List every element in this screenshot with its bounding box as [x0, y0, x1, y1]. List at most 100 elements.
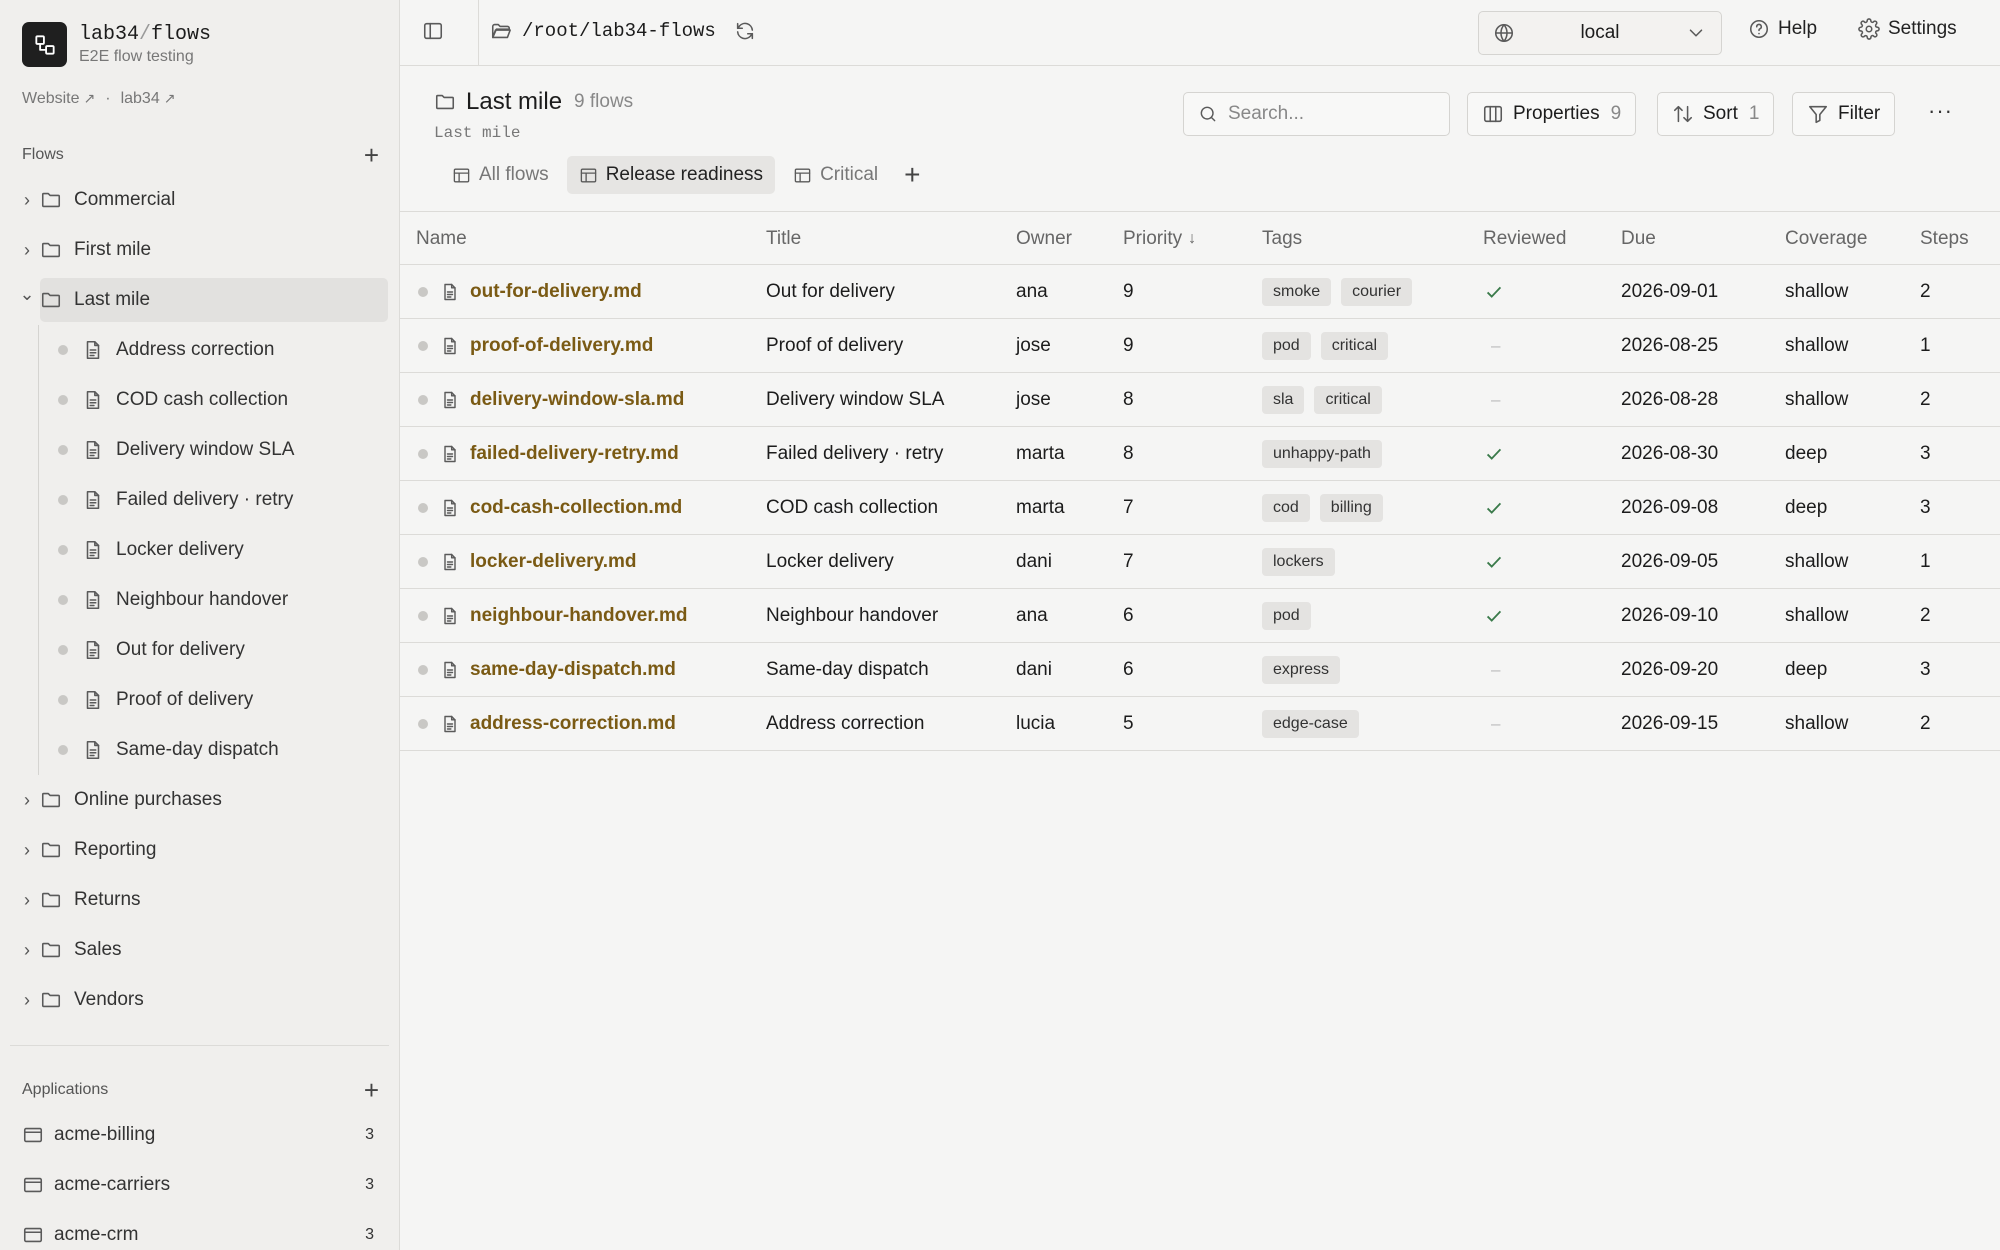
flow-item[interactable]: Delivery window SLA [0, 425, 399, 475]
environment-select[interactable]: local [1478, 11, 1722, 55]
flow-item[interactable]: Failed delivery · retry [0, 475, 399, 525]
add-flow-button[interactable]: + [364, 142, 379, 168]
column-header-name[interactable]: Name [416, 212, 467, 265]
properties-button[interactable]: Properties 9 [1467, 92, 1637, 136]
folder-icon [41, 192, 61, 208]
column-header-priority[interactable]: Priority ↓ [1123, 212, 1196, 265]
view-tab[interactable]: All flows [440, 156, 561, 194]
flow-file-link[interactable]: address-correction.md [470, 713, 676, 735]
application-item[interactable]: acme-carriers 3 [0, 1160, 399, 1210]
table-row[interactable]: neighbour-handover.md Neighbour handover… [400, 589, 2000, 643]
search-box[interactable] [1183, 92, 1450, 136]
flow-file-link[interactable]: delivery-window-sla.md [470, 389, 684, 411]
environment-value: local [1580, 22, 1620, 43]
application-count: 3 [365, 1226, 374, 1243]
check-icon [1483, 281, 1505, 303]
tags-cell: smoke courier [1262, 265, 1413, 318]
more-options-button[interactable]: ··· [1928, 98, 1953, 124]
column-header-steps[interactable]: Steps [1920, 212, 1969, 265]
sidebar-toggle-icon [423, 22, 443, 40]
chevron-right-icon[interactable]: › [14, 890, 40, 911]
folder-item[interactable]: › Sales [0, 925, 399, 975]
add-view-button[interactable]: + [904, 161, 920, 189]
chevron-down-icon[interactable]: ⌄ [14, 284, 40, 305]
steps-cell: 1 [1920, 550, 1931, 572]
applications-section-header: Applications + [22, 1077, 379, 1103]
column-header-reviewed[interactable]: Reviewed [1483, 212, 1566, 265]
due-cell: 2026-09-08 [1621, 496, 1719, 518]
sort-button[interactable]: Sort 1 [1657, 92, 1775, 136]
tag-badge: critical [1314, 385, 1382, 414]
flow-item[interactable]: Locker delivery [0, 525, 399, 575]
document-icon [444, 607, 456, 624]
folder-item[interactable]: › Online purchases [0, 775, 399, 825]
brand[interactable]: lab34/flows E2E flow testing [22, 22, 211, 67]
sidebar-toggle-button[interactable] [422, 20, 444, 42]
search-input[interactable] [1228, 103, 1428, 125]
column-header-coverage[interactable]: Coverage [1785, 212, 1867, 265]
table-body: out-for-delivery.md Out for delivery ana… [400, 265, 2000, 751]
chevron-right-icon[interactable]: › [14, 240, 40, 261]
website-link[interactable]: Website ↗ [22, 90, 95, 108]
applications-section-label: Applications [22, 1081, 109, 1098]
column-header-owner[interactable]: Owner [1016, 212, 1072, 265]
table-icon [794, 167, 811, 183]
table-row[interactable]: locker-delivery.md Locker delivery dani … [400, 535, 2000, 589]
settings-button[interactable]: Settings [1858, 18, 1957, 40]
table-row[interactable]: delivery-window-sla.md Delivery window S… [400, 373, 2000, 427]
column-header-due[interactable]: Due [1621, 212, 1656, 265]
steps-cell: 2 [1920, 280, 1931, 302]
table-row[interactable]: proof-of-delivery.md Proof of delivery j… [400, 319, 2000, 373]
chevron-right-icon[interactable]: › [14, 940, 40, 961]
flow-item[interactable]: Same-day dispatch [0, 725, 399, 775]
flow-file-link[interactable]: neighbour-handover.md [470, 605, 687, 627]
flow-file-link[interactable]: cod-cash-collection.md [470, 497, 682, 519]
folder-item[interactable]: › Vendors [0, 975, 399, 1025]
folder-item[interactable]: › Returns [0, 875, 399, 925]
table-row[interactable]: out-for-delivery.md Out for delivery ana… [400, 265, 2000, 319]
tag-badge: courier [1341, 277, 1413, 306]
flow-item[interactable]: Proof of delivery [0, 675, 399, 725]
add-application-button[interactable]: + [364, 1077, 379, 1103]
chevron-right-icon[interactable]: › [14, 990, 40, 1011]
flow-file-link[interactable]: proof-of-delivery.md [470, 335, 653, 357]
filter-button[interactable]: Filter [1792, 92, 1896, 136]
folder-item[interactable]: › Reporting [0, 825, 399, 875]
help-icon [1749, 19, 1769, 39]
folder-item[interactable]: › Commercial [0, 175, 399, 225]
owner-cell: dani [1016, 658, 1052, 680]
org-link[interactable]: lab34 ↗ [121, 90, 176, 108]
table-row[interactable]: address-correction.md Address correction… [400, 697, 2000, 751]
folder-item[interactable]: › First mile [0, 225, 399, 275]
flow-item[interactable]: Address correction [0, 325, 399, 375]
reviewed-cell: – [1483, 697, 1500, 750]
flow-item[interactable]: Neighbour handover [0, 575, 399, 625]
help-button[interactable]: Help [1748, 18, 1817, 40]
flow-file-link[interactable]: locker-delivery.md [470, 551, 637, 573]
flow-item[interactable]: Out for delivery [0, 625, 399, 675]
flow-item[interactable]: COD cash collection [0, 375, 399, 425]
application-item[interactable]: acme-billing 3 [0, 1110, 399, 1160]
refresh-button[interactable] [734, 20, 756, 42]
flow-file-link[interactable]: same-day-dispatch.md [470, 659, 676, 681]
table-row[interactable]: cod-cash-collection.md COD cash collecti… [400, 481, 2000, 535]
column-header-tags[interactable]: Tags [1262, 212, 1302, 265]
chevron-right-icon[interactable]: › [14, 790, 40, 811]
priority-cell: 9 [1123, 280, 1134, 302]
table-row[interactable]: failed-delivery-retry.md Failed delivery… [400, 427, 2000, 481]
application-icon [23, 1177, 43, 1193]
flow-file-link[interactable]: failed-delivery-retry.md [470, 443, 679, 465]
folder-item[interactable]: ⌄ Last mile [19, 278, 388, 322]
table-row[interactable]: same-day-dispatch.md Same-day dispatch d… [400, 643, 2000, 697]
properties-label: Properties [1513, 103, 1600, 124]
reviewed-cell: – [1483, 373, 1500, 426]
flow-file-link[interactable]: out-for-delivery.md [470, 281, 642, 303]
application-item[interactable]: acme-crm 3 [0, 1210, 399, 1250]
chevron-right-icon[interactable]: › [14, 840, 40, 861]
priority-cell: 6 [1123, 604, 1134, 626]
column-header-title[interactable]: Title [766, 212, 801, 265]
chevron-right-icon[interactable]: › [14, 190, 40, 211]
view-tab[interactable]: Release readiness [566, 156, 776, 194]
view-tab[interactable]: Critical [781, 156, 890, 194]
status-dot [58, 745, 68, 755]
